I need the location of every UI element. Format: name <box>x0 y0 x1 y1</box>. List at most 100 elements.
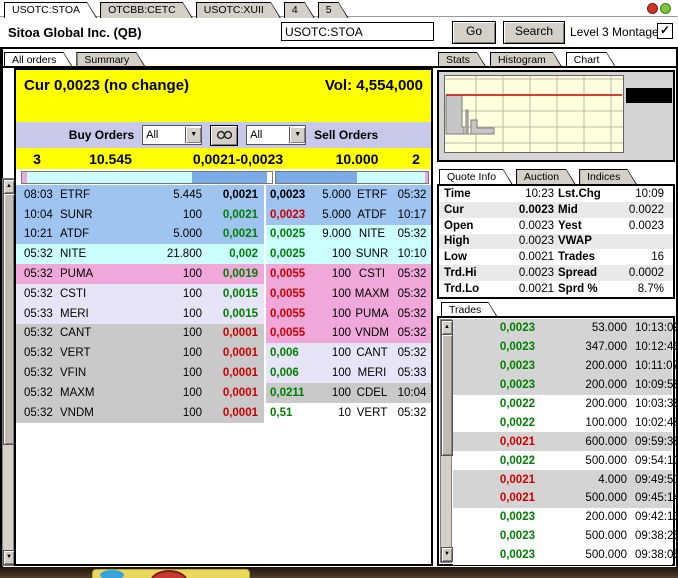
trade-price: 0,0022 <box>453 455 543 467</box>
buy-order-row[interactable]: 05:32 CANT 100 0,0001 <box>16 324 264 344</box>
buy-order-row[interactable]: 10:21 ATDF 5.000 0,0021 <box>16 225 264 245</box>
window-tab[interactable]: 5 <box>318 2 349 18</box>
scroll-down-icon[interactable]: ▼ <box>441 547 453 562</box>
scroll-thumb[interactable] <box>441 334 453 456</box>
buy-depth-bar <box>21 171 273 184</box>
montage-panel: Cur 0,0023 (no change) Vol: 4,554,000 Bu… <box>14 68 433 566</box>
buy-order-row[interactable]: 05:32 VERT 100 0,0001 <box>16 343 264 363</box>
buy-order-row[interactable]: 05:32 NITE 21.800 0,002 <box>16 244 264 264</box>
buy-order-row[interactable]: 05:32 VFIN 100 0,0001 <box>16 363 264 383</box>
trade-time: 10:11:07 <box>635 360 678 372</box>
price-chart-panel <box>437 70 675 162</box>
sell-order-row[interactable]: 0,0023 5.000 ATDF 10:17 <box>266 205 431 225</box>
window-tab[interactable]: OTCBB:CETC <box>100 2 193 18</box>
trade-row: 0,0023 200.000 09:42:13 <box>453 508 672 527</box>
quote-value: 10:09 <box>624 188 668 200</box>
sell-order-row[interactable]: 0,0023 5.000 ETRF 05:32 <box>266 185 431 205</box>
order-price: 0,006 <box>266 347 320 359</box>
buy-order-row[interactable]: 05:32 CSTI 100 0,0015 <box>16 284 264 304</box>
quote-label: Low <box>444 251 492 263</box>
window-tab[interactable]: 4 <box>284 2 315 18</box>
messenger-icon[interactable] <box>100 570 124 578</box>
order-size: 5.445 <box>108 189 202 201</box>
sell-order-row[interactable]: 0,0055 100 PUMA 05:32 <box>266 304 431 324</box>
buy-book-column: 08:03 ETRF 5.445 0,0021 10:04 SUNR 100 0… <box>16 185 264 423</box>
trade-row: 0,0023 500.000 09:38:25 <box>453 527 672 546</box>
buy-order-row[interactable]: 05:33 MERI 100 0,0015 <box>16 304 264 324</box>
market-maker-id: MAXM <box>60 387 108 399</box>
order-size: 100 <box>320 347 351 359</box>
buy-order-row[interactable]: 05:32 VNDM 100 0,0001 <box>16 403 264 423</box>
window-tab[interactable]: USOTC:XUII <box>196 2 281 18</box>
quote-label: Yest <box>558 220 624 232</box>
sell-order-row[interactable]: 0,0055 100 VNDM 05:32 <box>266 324 431 344</box>
link-filters-button[interactable] <box>210 125 238 146</box>
sell-order-row[interactable]: 0,0055 100 CSTI 05:32 <box>266 264 431 284</box>
sell-book-column: 0,0023 5.000 ETRF 05:32 0,0023 5.000 ATD… <box>266 185 431 423</box>
level3-checkbox[interactable]: ✓ <box>657 23 673 39</box>
market-maker-id: SUNR <box>60 209 108 221</box>
y-tick-label <box>626 73 672 88</box>
trade-price: 0,0023 <box>453 549 543 561</box>
order-time: 05:32 <box>16 288 60 300</box>
book-scrollbar[interactable]: ▲ ▼ <box>2 178 14 566</box>
order-time: 10:21 <box>16 228 60 240</box>
search-button[interactable]: Search <box>503 21 565 44</box>
trade-size: 4.000 <box>543 474 635 486</box>
go-button[interactable]: Go <box>452 21 496 44</box>
sell-order-row[interactable]: 0,51 10 VERT 05:32 <box>266 403 431 423</box>
current-price-text: Cur 0,0023 (no change) <box>24 77 189 94</box>
quote-label: Lst.Chg <box>558 188 624 200</box>
trade-time: 10:12:46 <box>635 341 678 353</box>
order-price: 0,0021 <box>202 209 264 221</box>
sell-order-row[interactable]: 0,006 100 MERI 05:33 <box>266 363 431 383</box>
chevron-down-icon[interactable]: ▼ <box>289 127 305 143</box>
trade-price: 0,0022 <box>453 417 543 429</box>
quote-tab[interactable]: Indices <box>579 169 637 185</box>
sell-order-row[interactable]: 0,0025 9.000 NITE 05:32 <box>266 225 431 245</box>
market-maker-id: MERI <box>60 308 108 320</box>
buy-order-row[interactable]: 08:03 ETRF 5.445 0,0021 <box>16 185 264 205</box>
order-price: 0,0015 <box>202 308 264 320</box>
trade-row: 0,0022 200.000 10:03:38 <box>453 395 672 414</box>
sell-order-row[interactable]: 0,0055 100 MAXM 05:32 <box>266 284 431 304</box>
buy-order-row[interactable]: 05:32 PUMA 100 0,0019 <box>16 264 264 284</box>
sell-order-row[interactable]: 0,006 100 CANT 05:32 <box>266 343 431 363</box>
trade-row: 0,0021 4.000 09:49:51 <box>453 470 672 489</box>
order-time: 05:32 <box>393 327 431 339</box>
order-size: 100 <box>320 288 351 300</box>
order-size: 100 <box>108 268 202 280</box>
symbol-input[interactable] <box>281 22 434 41</box>
order-time: 05:32 <box>16 387 60 399</box>
trade-time: 10:13:09 <box>635 322 678 334</box>
order-time: 05:32 <box>393 288 431 300</box>
order-size: 100 <box>108 407 202 419</box>
buy-filter-dropdown[interactable]: All ▼ <box>142 125 202 145</box>
window-tab[interactable]: USOTC:STOA <box>4 2 97 18</box>
y-tick-label <box>626 119 672 134</box>
buy-order-row[interactable]: 10:04 SUNR 100 0,0021 <box>16 205 264 225</box>
order-size: 5.000 <box>320 209 351 221</box>
trade-price: 0,0021 <box>453 474 543 486</box>
depth-segment <box>27 172 192 183</box>
window-close-dot-icon[interactable] <box>647 3 658 14</box>
quote-info-row: Trd.Lo 0.0021 Sprd % 8.7% <box>439 281 673 297</box>
sell-filter-dropdown[interactable]: All ▼ <box>246 125 306 145</box>
order-price: 0,0025 <box>266 228 320 240</box>
order-price: 0,0021 <box>202 228 264 240</box>
scroll-up-icon[interactable]: ▲ <box>441 320 453 335</box>
market-maker-id: MAXM <box>351 288 393 300</box>
window-minimize-dot-icon[interactable] <box>660 3 671 14</box>
trades-scrollbar[interactable]: ▲ ▼ <box>440 319 452 563</box>
trade-time: 09:54:10 <box>635 455 678 467</box>
sell-order-row[interactable]: 0,0211 100 CDEL 10:04 <box>266 383 431 403</box>
chevron-down-icon[interactable]: ▼ <box>185 127 201 143</box>
depth-segment <box>192 172 267 183</box>
quote-value: 10:23 <box>492 188 558 200</box>
quote-tab[interactable]: Auction <box>516 169 576 185</box>
sell-order-row[interactable]: 0,0025 100 SUNR 10:10 <box>266 244 431 264</box>
quote-tab[interactable]: Quote Info <box>439 169 513 185</box>
depth-segment <box>357 172 425 183</box>
buy-order-row[interactable]: 05:32 MAXM 100 0,0001 <box>16 383 264 403</box>
trade-size: 200.000 <box>543 398 635 410</box>
